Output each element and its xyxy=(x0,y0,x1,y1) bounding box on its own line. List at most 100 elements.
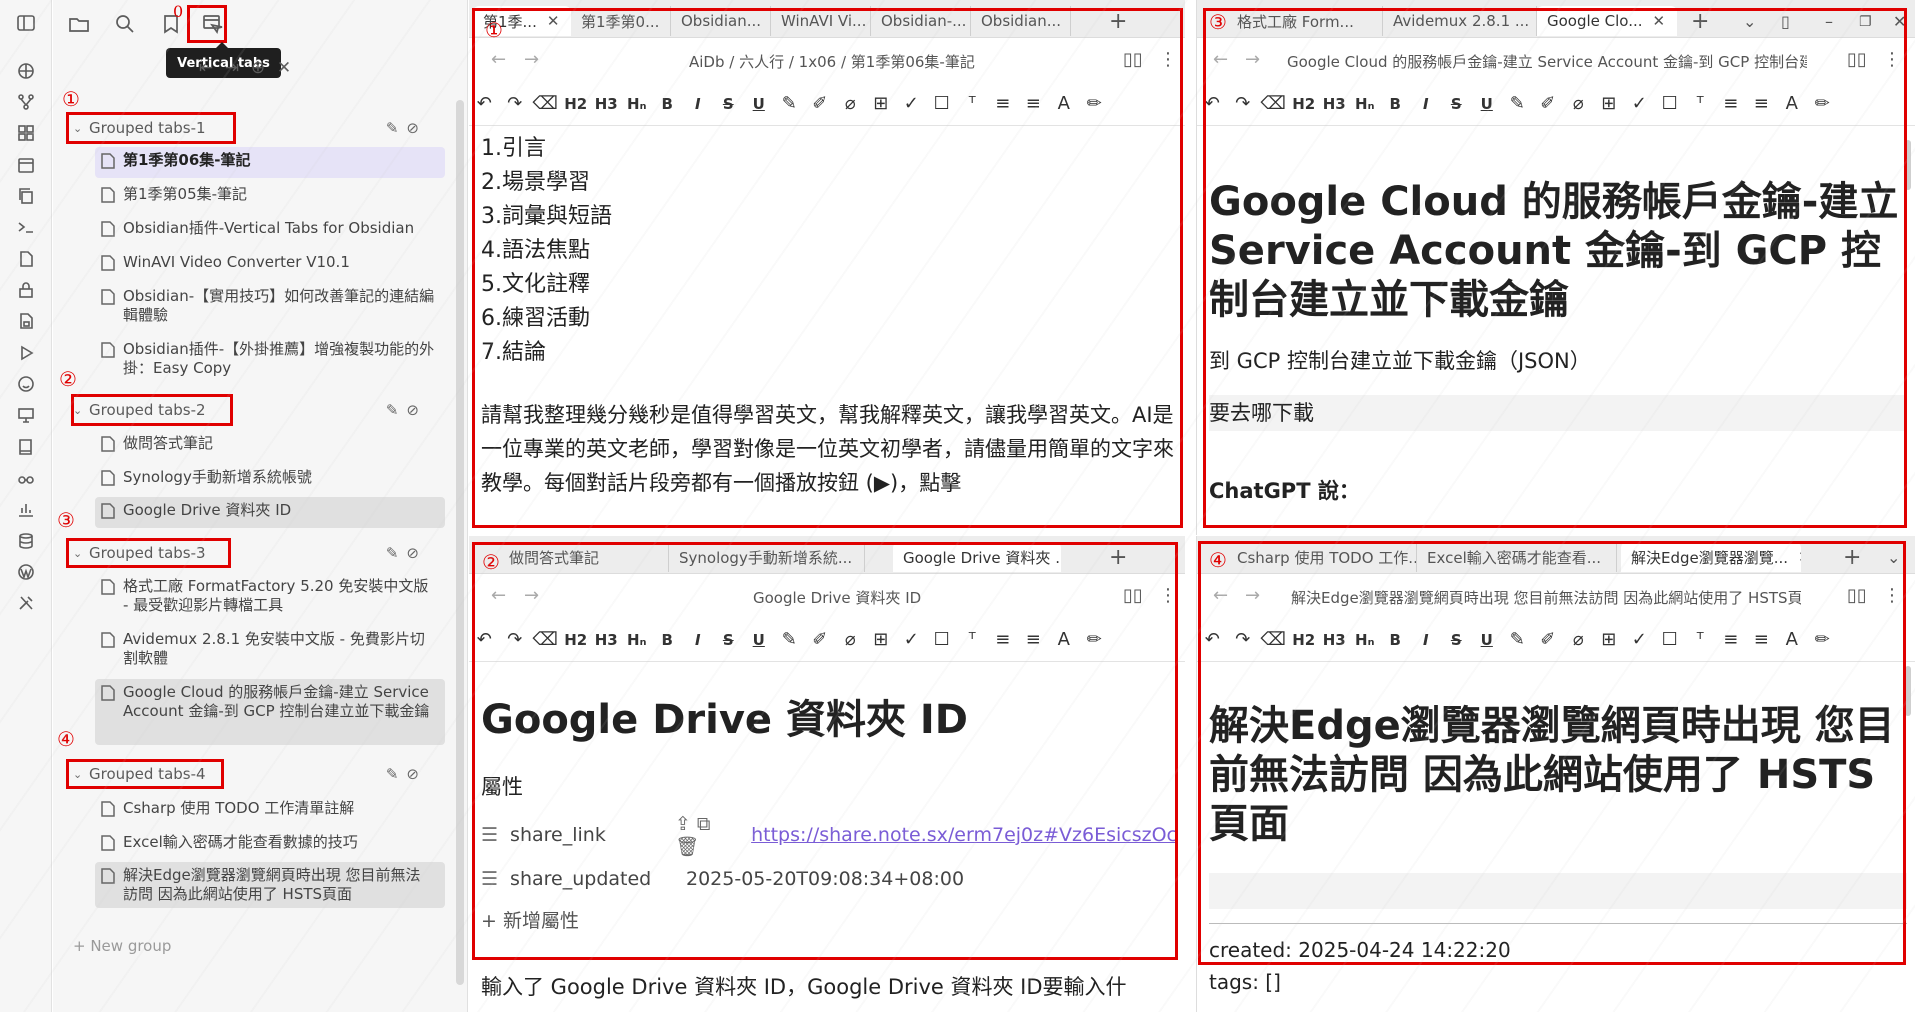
toolbar-button[interactable]: ⌫ xyxy=(530,618,561,661)
tab[interactable]: Avidemux 2.8.1 ... xyxy=(1383,6,1537,36)
chevron-down-icon[interactable]: ⌄ xyxy=(73,404,89,417)
group-header-2[interactable]: ⌄ Grouped tabs-2 ✎⊘ xyxy=(73,397,433,423)
group-header-4[interactable]: ⌄ Grouped tabs-4 ✎⊘ xyxy=(73,761,433,787)
file-lock-icon[interactable] xyxy=(13,308,39,334)
close-icon[interactable]: ✕ xyxy=(1798,548,1801,566)
toolbar-button[interactable]: ⊞ xyxy=(866,618,897,661)
toolbar-button[interactable]: ⌀ xyxy=(1563,618,1594,661)
chevron-down-icon[interactable]: ⌄ xyxy=(1743,12,1756,32)
toolbar-button[interactable]: ⊞ xyxy=(1594,618,1625,661)
toolbar-button[interactable]: S xyxy=(1441,618,1472,661)
toolbar-button[interactable]: H3 xyxy=(591,618,622,661)
toolbar-button[interactable]: ✎ xyxy=(1502,618,1533,661)
note-content[interactable]: 1.引言 2.場景學習 3.詞彙與短語 4.語法焦點 5.文化註釋 6.練習活動 7.結論 … xyxy=(481,132,1177,500)
group-header-3[interactable]: ⌄ Grouped tabs-3 ✎⊘ xyxy=(73,540,433,566)
tab[interactable]: Excel輸入密碼才能查看... xyxy=(1417,542,1617,572)
git-icon[interactable] xyxy=(13,89,39,115)
toolbar-button[interactable]: H3 xyxy=(591,82,622,125)
chevron-down-icon[interactable]: ⌄ xyxy=(73,547,89,560)
terminal-icon[interactable] xyxy=(13,214,39,240)
book-icon[interactable] xyxy=(13,434,39,460)
play-icon[interactable] xyxy=(13,340,39,366)
toolbar-button[interactable]: A xyxy=(1049,618,1080,661)
tab-current[interactable]: Google Drive 資料夾 ...✕ xyxy=(893,542,1061,572)
tab[interactable]: Obsidian... xyxy=(671,6,771,36)
toolbar-button[interactable]: ≡ xyxy=(1018,82,1049,125)
grid-icon[interactable] xyxy=(13,120,39,146)
vertical-tabs-icon[interactable] xyxy=(198,10,226,38)
tab-item[interactable]: Obsidian-【實用技巧】如何改善筆記的連結編輯體驗 xyxy=(95,283,445,329)
back-icon[interactable]: ← xyxy=(491,49,506,70)
tab-item[interactable]: Google Drive 資料夾 ID xyxy=(95,497,445,528)
group-actions[interactable]: ✎⊘ xyxy=(386,544,427,562)
glasses-icon[interactable] xyxy=(13,465,39,491)
toolbar-button[interactable]: ✏ xyxy=(1079,618,1110,661)
target-icon[interactable]: ⊕ xyxy=(245,58,271,78)
toolbar-button[interactable]: I xyxy=(1411,618,1442,661)
toolbar-button[interactable]: ☐ xyxy=(927,618,958,661)
tab-item[interactable]: WinAVI Video Converter V10.1 xyxy=(95,249,445,280)
tab[interactable]: 做問答式筆記 xyxy=(499,542,669,572)
toolbar-button[interactable]: H2 xyxy=(561,82,592,125)
breadcrumb[interactable]: AiDb / 六人行 / 1x06 / 第1季第06集-筆記 xyxy=(689,51,975,72)
toolbar-button[interactable]: ⊞ xyxy=(866,82,897,125)
toolbar-button[interactable]: H2 xyxy=(1289,82,1320,125)
toolbar-button[interactable]: ↶ xyxy=(1197,82,1228,125)
forward-icon[interactable]: → xyxy=(524,49,539,70)
toolbar-button[interactable]: U xyxy=(1472,618,1503,661)
group-actions[interactable]: ✎⊘ xyxy=(386,401,427,419)
group-actions[interactable]: ✎⊘ xyxy=(386,119,427,137)
graph-icon[interactable] xyxy=(13,58,39,84)
back-icon[interactable]: ← xyxy=(1213,49,1228,70)
toolbar-button[interactable]: ✐ xyxy=(805,82,836,125)
toolbar-button[interactable]: ↶ xyxy=(469,618,500,661)
toolbar-button[interactable]: H3 xyxy=(1319,82,1350,125)
toolbar-button[interactable]: ≡ xyxy=(988,618,1019,661)
toolbar-button[interactable]: ≡ xyxy=(1746,82,1777,125)
toolbar-button[interactable]: A xyxy=(1777,618,1808,661)
toolbar-button[interactable]: ✓ xyxy=(896,82,927,125)
tab-item[interactable]: Synology手動新增系統帳號 xyxy=(95,464,445,495)
toolbar-button[interactable]: U xyxy=(1472,82,1503,125)
close-window-icon[interactable]: ✕ xyxy=(1893,12,1906,32)
toolbar-button[interactable]: S xyxy=(713,82,744,125)
new-tab-icon[interactable]: + xyxy=(1843,547,1861,569)
toolbar-button[interactable]: ✓ xyxy=(896,618,927,661)
tab-item[interactable]: Obsidian插件-【外掛推薦】增強複製功能的外掛：Easy Copy xyxy=(95,336,445,382)
toolbar-button[interactable]: ✓ xyxy=(1624,82,1655,125)
toolbar-button[interactable]: ⌀ xyxy=(835,618,866,661)
folder-icon[interactable] xyxy=(65,10,93,38)
more-options-icon[interactable]: ⋮ xyxy=(1883,585,1901,606)
toolbar-button[interactable]: ≡ xyxy=(988,82,1019,125)
toolbar-button[interactable]: ≡ xyxy=(1018,618,1049,661)
toolbar-button[interactable]: B xyxy=(1380,618,1411,661)
database-icon[interactable] xyxy=(13,528,39,554)
toolbar-button[interactable]: ✐ xyxy=(1533,618,1564,661)
toolbar-button[interactable]: H2 xyxy=(1289,618,1320,661)
toolbar-button[interactable]: ✏ xyxy=(1807,618,1838,661)
toolbar-button[interactable]: ✎ xyxy=(774,618,805,661)
tab[interactable]: Obsidian... xyxy=(971,6,1071,36)
note-content[interactable]: Google Drive 資料夾 ID 屬性 ☰ share_link ⇪ ⧉ 🗑 h… xyxy=(481,696,1177,1001)
toolbar-button[interactable]: ⌫ xyxy=(530,82,561,125)
collapse-icon[interactable]: ⇤ xyxy=(193,58,219,78)
toolbar-button[interactable]: ⌀ xyxy=(835,82,866,125)
reading-view-icon[interactable]: ▯▯ xyxy=(1847,585,1867,606)
toolbar-button[interactable]: ⌀ xyxy=(1563,82,1594,125)
template-icon[interactable] xyxy=(13,246,39,272)
forward-icon[interactable]: → xyxy=(1245,49,1260,70)
chevron-down-icon[interactable]: ⌄ xyxy=(1887,548,1900,568)
toolbar-button[interactable]: S xyxy=(713,618,744,661)
toolbar-button[interactable]: ✐ xyxy=(805,618,836,661)
toolbar-button[interactable]: ↷ xyxy=(1228,82,1259,125)
more-options-icon[interactable]: ⋮ xyxy=(1883,49,1901,70)
calendar-icon[interactable] xyxy=(13,152,39,178)
group-actions[interactable]: ✎⊘ xyxy=(386,765,427,783)
new-tab-icon[interactable]: + xyxy=(1691,11,1709,33)
toolbar-button[interactable]: ≡ xyxy=(1746,618,1777,661)
tab[interactable]: Synology手動新增系統... xyxy=(669,542,865,572)
smile-icon[interactable] xyxy=(13,371,39,397)
share-icons[interactable]: ⇪ ⧉ 🗑 xyxy=(675,813,737,858)
toolbar-button[interactable]: ᵀ xyxy=(957,82,988,125)
toolbar-button[interactable]: ↶ xyxy=(1197,618,1228,661)
